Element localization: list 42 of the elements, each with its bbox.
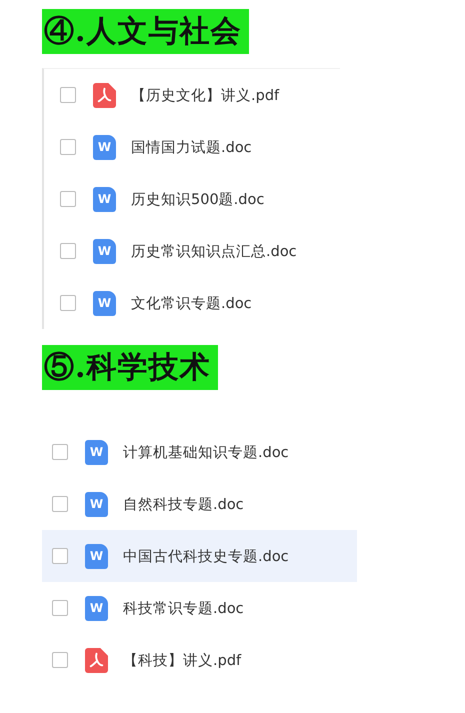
file-row[interactable]: W 文化常识专题.doc <box>60 277 340 329</box>
file-name: 文化常识专题.doc <box>131 294 252 312</box>
file-row[interactable]: W 计算机基础知识专题.doc <box>42 426 357 478</box>
file-row[interactable]: 【科技】讲义.pdf <box>42 634 357 686</box>
word-file-icon: W <box>85 596 108 620</box>
section-heading: ④.人文与社会 <box>42 9 250 54</box>
file-name: 国情国力试题.doc <box>131 138 252 156</box>
checkbox[interactable] <box>52 548 68 564</box>
word-file-icon: W <box>93 238 116 264</box>
file-row[interactable]: W 历史知识500题.doc <box>60 173 340 225</box>
file-row[interactable]: W 自然科技专题.doc <box>42 478 357 530</box>
file-row[interactable]: 【历史文化】讲义.pdf <box>60 69 340 121</box>
section-heading: ⑤.科学技术 <box>42 345 218 390</box>
file-name: 历史常识知识点汇总.doc <box>131 242 297 260</box>
file-row[interactable]: W 国情国力试题.doc <box>60 121 340 173</box>
file-name: 历史知识500题.doc <box>131 190 264 208</box>
checkbox[interactable] <box>60 87 76 103</box>
word-file-icon: W <box>85 440 108 464</box>
pdf-file-icon <box>93 82 116 108</box>
file-name: 【历史文化】讲义.pdf <box>131 86 280 104</box>
file-name: 科技常识专题.doc <box>123 600 244 618</box>
checkbox[interactable] <box>60 139 76 155</box>
file-row[interactable]: W 科技常识专题.doc <box>42 582 357 634</box>
word-file-icon: W <box>85 492 108 516</box>
checkbox[interactable] <box>52 496 68 512</box>
file-name: 计算机基础知识专题.doc <box>123 444 289 462</box>
word-file-icon: W <box>93 134 116 160</box>
checkbox[interactable] <box>52 600 68 616</box>
checkbox[interactable] <box>60 191 76 207</box>
file-name: 中国古代科技史专题.doc <box>123 548 289 566</box>
word-file-icon: W <box>93 290 116 316</box>
checkbox[interactable] <box>52 652 68 668</box>
pdf-file-icon <box>85 648 108 672</box>
checkbox[interactable] <box>60 243 76 259</box>
file-row-highlighted[interactable]: W 中国古代科技史专题.doc <box>42 530 357 582</box>
word-file-icon: W <box>93 186 116 212</box>
checkbox[interactable] <box>52 444 68 460</box>
word-file-icon: W <box>85 544 108 568</box>
file-row[interactable]: W 历史常识知识点汇总.doc <box>60 225 340 277</box>
checkbox[interactable] <box>60 295 76 311</box>
file-name: 自然科技专题.doc <box>123 496 244 514</box>
file-name: 【科技】讲义.pdf <box>123 652 242 670</box>
